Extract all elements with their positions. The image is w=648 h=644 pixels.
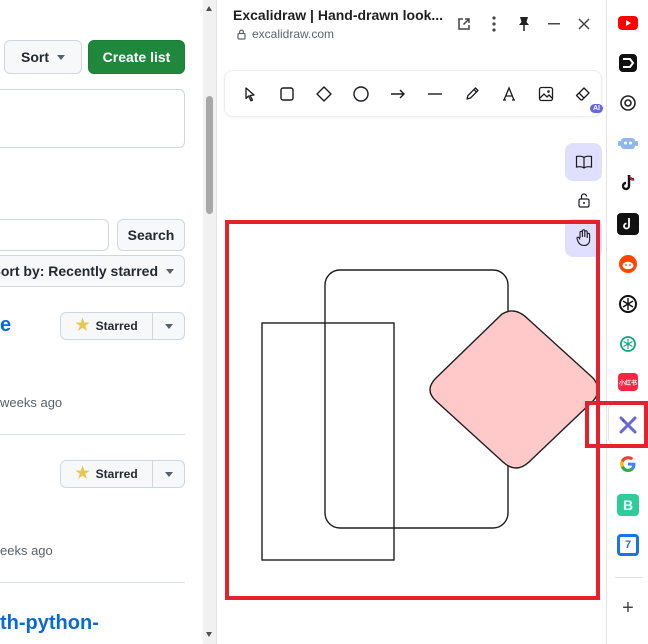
robot-icon[interactable] — [617, 132, 639, 154]
repo-link[interactable]: e — [0, 314, 11, 337]
star-icon: ★ — [75, 465, 90, 482]
starred-button[interactable]: ★ Starred — [60, 460, 185, 488]
chevron-down-icon — [164, 323, 173, 329]
chatgpt-green-icon[interactable] — [617, 333, 639, 355]
add-label: + — [622, 596, 634, 619]
repo-link[interactable]: th-python- — [0, 612, 99, 635]
extension-highlight-box — [585, 401, 648, 448]
youtube-icon[interactable] — [617, 12, 639, 34]
lists-box — [0, 89, 185, 148]
openai-icon[interactable] — [617, 293, 639, 315]
extension-rail: 小红书 B 7 + — [585, 0, 648, 644]
divider — [0, 582, 185, 583]
search-button[interactable]: Search — [117, 219, 185, 251]
github-stars-pane: Sort Create list Search Sort by: Recentl… — [0, 0, 216, 644]
add-extension-button[interactable]: + — [617, 597, 639, 619]
tiktok-icon[interactable] — [617, 172, 639, 194]
updated-text: weeks ago — [0, 395, 63, 410]
search-stars-input[interactable] — [0, 219, 109, 251]
xiaohongshu-icon[interactable]: 小红书 — [618, 373, 638, 391]
sort-button[interactable]: Sort — [4, 40, 82, 74]
calendar-text: 7 — [624, 539, 632, 551]
scroll-up-icon[interactable] — [206, 6, 212, 11]
sort-by-dropdown[interactable]: Sort by: Recently starred — [0, 255, 185, 287]
tiktok-alt-icon[interactable] — [617, 213, 639, 235]
updated-text: eeks ago — [0, 543, 53, 558]
unstar-action[interactable]: ★ Starred — [61, 461, 153, 487]
scroll-down-icon[interactable] — [206, 632, 212, 637]
sort-label: Sort — [21, 49, 49, 65]
side-panel: Excalidraw | Hand-drawn look... excalidr… — [216, 0, 606, 644]
star-icon: ★ — [75, 317, 90, 334]
scrollbar-thumb[interactable] — [206, 96, 213, 214]
reddit-icon[interactable] — [617, 253, 639, 275]
calendar-icon[interactable]: 7 — [617, 534, 639, 556]
starred-label: Starred — [95, 319, 138, 333]
canvas-highlight-box — [225, 220, 600, 600]
rail-divider — [615, 577, 643, 578]
create-list-button[interactable]: Create list — [88, 40, 185, 74]
google-icon[interactable] — [617, 453, 639, 475]
chatgpt-icon[interactable] — [617, 92, 639, 114]
chevron-down-icon — [166, 268, 174, 274]
xiaohongshu-text: 小红书 — [618, 380, 637, 387]
create-list-label: Create list — [102, 49, 171, 65]
divider — [0, 434, 185, 435]
bing-text: B — [622, 497, 634, 513]
sort-by-label: Sort by: Recently starred — [0, 263, 158, 279]
list-dropdown-button[interactable] — [153, 313, 184, 339]
search-button-label: Search — [127, 227, 175, 243]
bing-icon[interactable]: B — [617, 494, 639, 516]
chevron-down-icon — [164, 471, 173, 477]
starred-button[interactable]: ★ Starred — [60, 312, 185, 340]
scrollbar[interactable] — [203, 0, 216, 644]
list-dropdown-button[interactable] — [153, 461, 184, 487]
chevron-down-icon — [57, 54, 65, 60]
readwise-icon[interactable] — [617, 52, 639, 74]
unstar-action[interactable]: ★ Starred — [61, 313, 153, 339]
starred-label: Starred — [95, 467, 138, 481]
